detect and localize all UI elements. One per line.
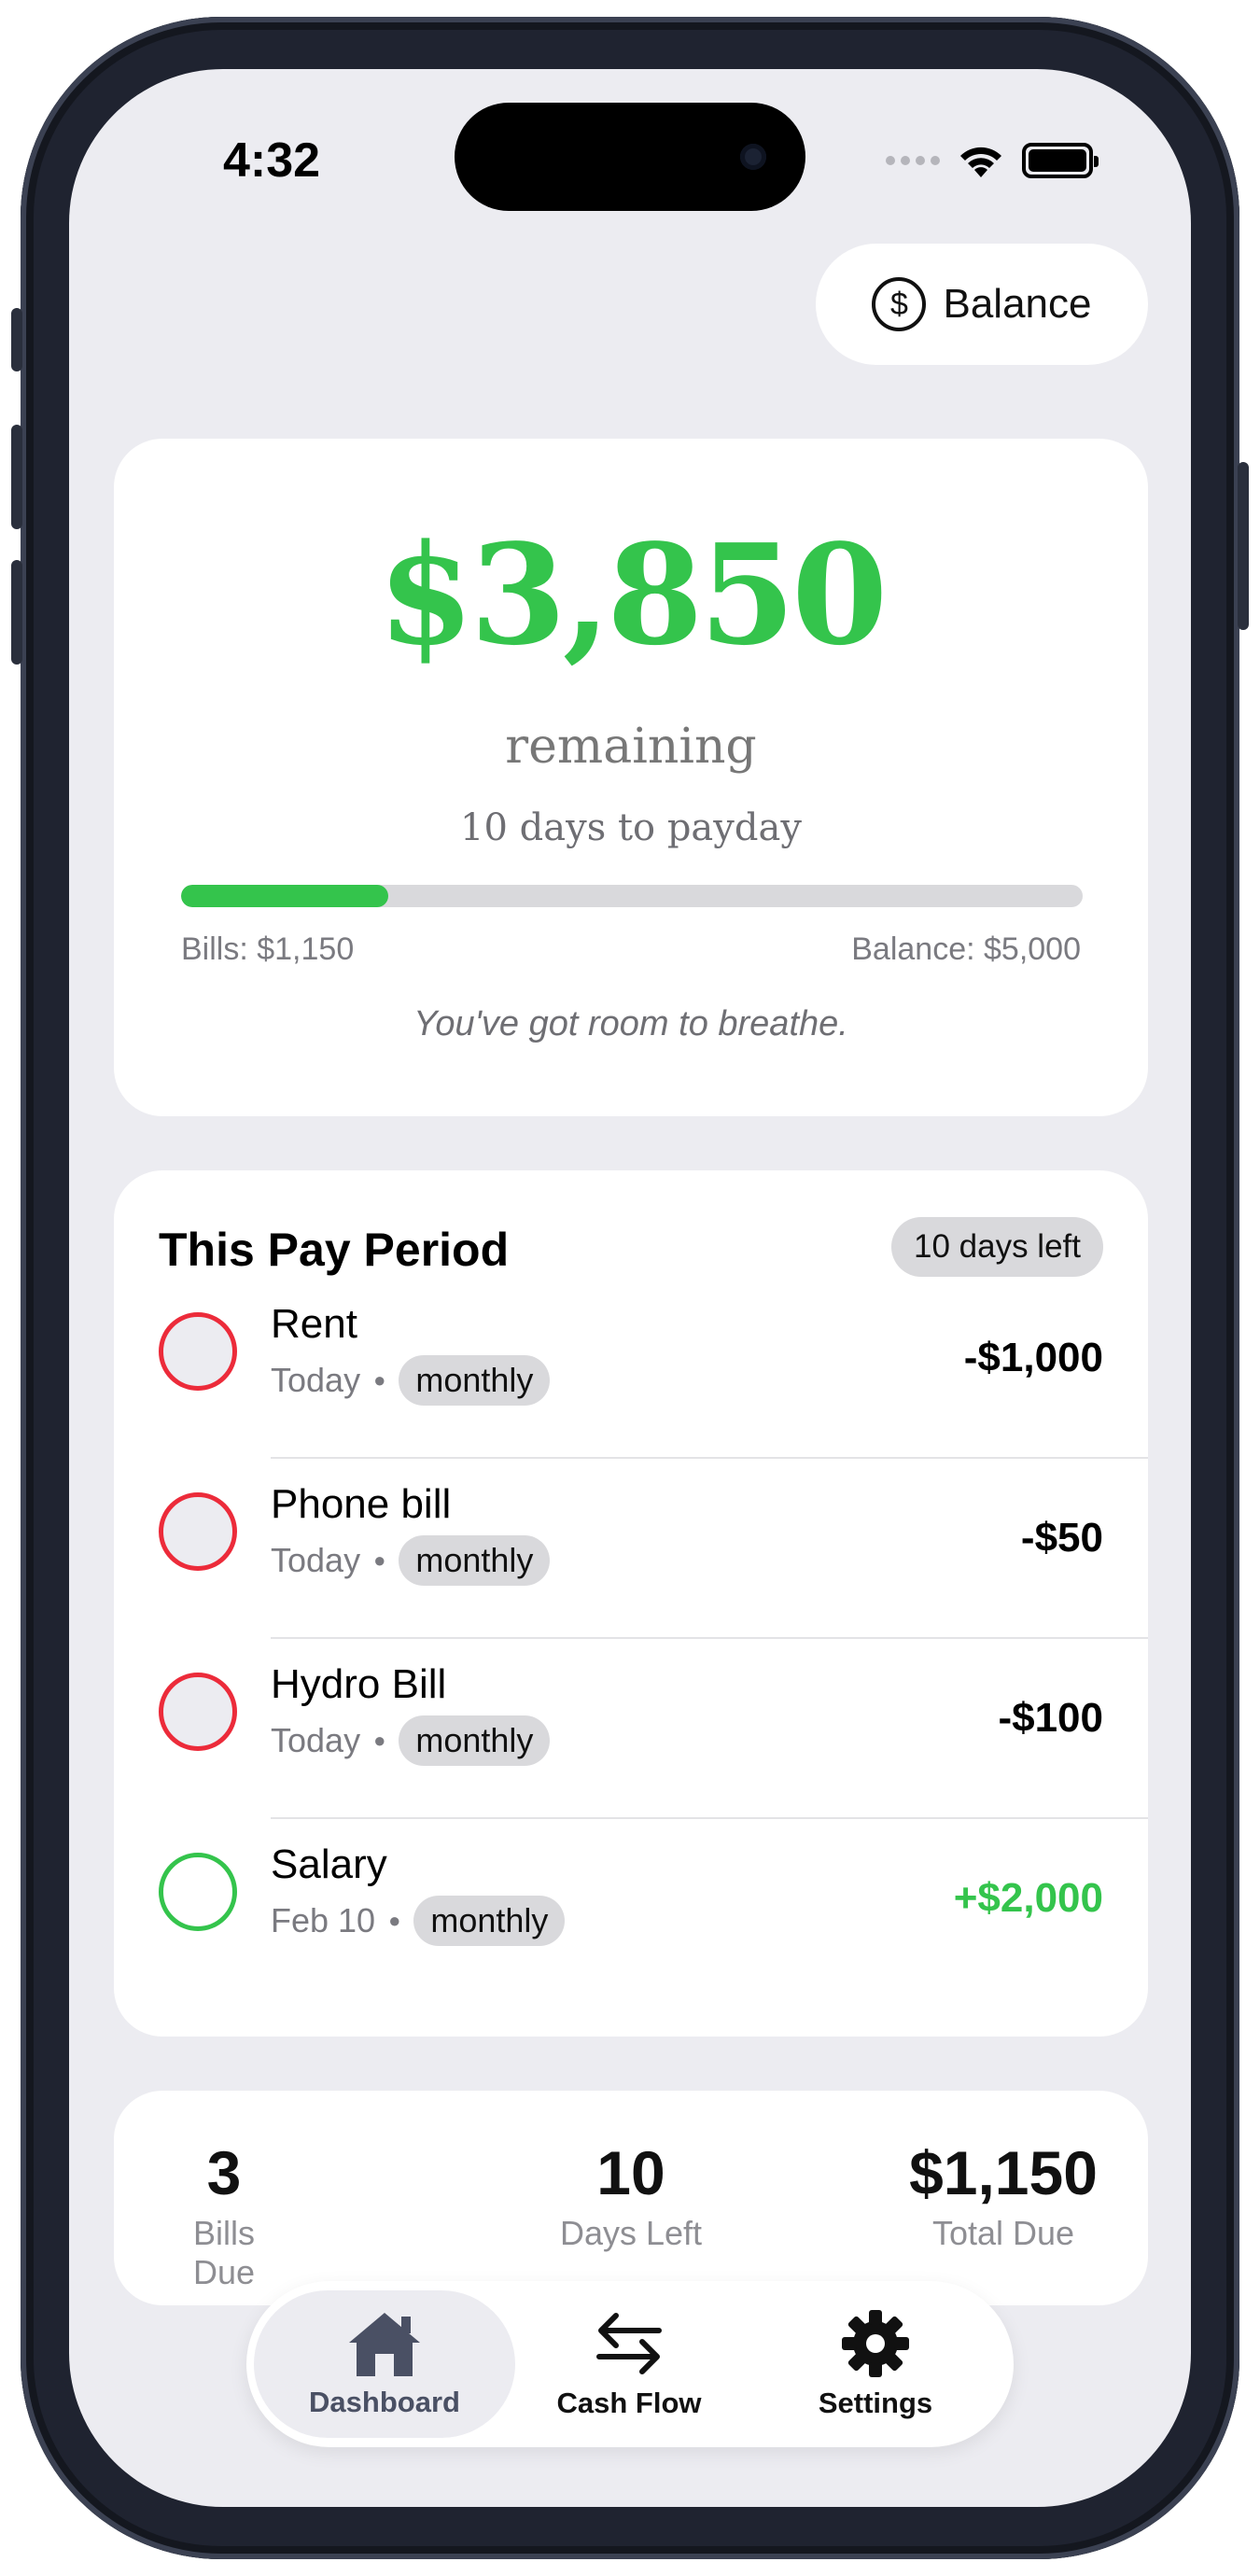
- item-amount: -$100: [998, 1695, 1103, 1741]
- stat-value: 3: [206, 2138, 242, 2207]
- item-name: Salary: [271, 1841, 387, 1887]
- action-button: [11, 308, 22, 371]
- dynamic-island: [455, 103, 805, 211]
- payday-countdown: 10 days to payday: [460, 806, 802, 849]
- stat-label: Bills Due: [192, 2214, 256, 2291]
- stat-label: Total Due: [931, 2214, 1075, 2252]
- volume-up-button: [11, 425, 22, 529]
- gear-icon: [842, 2310, 909, 2377]
- frequency-tag: monthly: [399, 1535, 551, 1586]
- stat-value: $1,150: [909, 2138, 1098, 2207]
- bills-progress-fill: [181, 885, 389, 907]
- battery-icon: [1022, 143, 1099, 178]
- item-meta: Feb 10 ● monthly: [271, 1896, 566, 1946]
- arrows-exchange-icon: [596, 2313, 662, 2374]
- item-date: Today: [271, 1541, 361, 1579]
- dot-separator-icon: ●: [373, 1368, 386, 1392]
- pay-period-title: This Pay Period: [159, 1224, 510, 1276]
- remaining-amount: $3,850: [377, 513, 888, 676]
- balance-button[interactable]: $ Balance: [816, 244, 1148, 365]
- status-circle-icon[interactable]: [159, 1853, 237, 1931]
- item-date: Today: [271, 1361, 361, 1399]
- item-meta: Today ● monthly: [271, 1535, 551, 1586]
- list-item[interactable]: Rent Today ● monthly -$1,000: [114, 1279, 1148, 1459]
- item-amount: -$50: [1020, 1515, 1103, 1561]
- camera-icon: [740, 144, 766, 170]
- item-meta: Today ● monthly: [271, 1355, 551, 1406]
- bills-progress-bar: [181, 885, 1083, 907]
- tab-label: Dashboard: [309, 2386, 460, 2418]
- house-icon: [349, 2313, 420, 2376]
- tab-cash-flow[interactable]: Cash Flow: [498, 2290, 760, 2438]
- dot-separator-icon: ●: [373, 1548, 386, 1572]
- frequency-tag: monthly: [399, 1715, 551, 1766]
- pay-period-card: This Pay Period 10 days left Rent Today …: [114, 1170, 1148, 2037]
- stat-value: 10: [596, 2138, 665, 2207]
- item-meta: Today ● monthly: [271, 1715, 551, 1766]
- tab-label: Settings: [818, 2387, 933, 2419]
- list-item[interactable]: Hydro Bill Today ● monthly -$100: [114, 1639, 1148, 1819]
- dollar-circle-icon: $: [872, 277, 927, 331]
- tab-settings[interactable]: Settings: [745, 2290, 1006, 2438]
- tab-dashboard[interactable]: Dashboard: [254, 2290, 515, 2438]
- dot-separator-icon: ●: [388, 1909, 401, 1932]
- balance-total-label: Balance: $5,000: [851, 931, 1081, 967]
- item-name: Hydro Bill: [271, 1661, 447, 1707]
- frequency-tag: monthly: [399, 1355, 551, 1406]
- remaining-summary-card: $3,850 remaining 10 days to payday Bills…: [114, 439, 1148, 1116]
- wifi-icon: [960, 147, 1001, 177]
- dot-separator-icon: ●: [373, 1729, 386, 1752]
- status-circle-icon[interactable]: [159, 1312, 237, 1391]
- remaining-label: remaining: [505, 719, 757, 775]
- power-button: [1238, 462, 1249, 630]
- app-screen: 4:32 $ Balance $3,850 remaining 10 days …: [69, 69, 1191, 2507]
- item-name: Phone bill: [271, 1481, 452, 1527]
- stat-bills-due: 3 Bills Due: [159, 2137, 289, 2292]
- days-left-badge: 10 days left: [891, 1217, 1103, 1277]
- status-time: 4:32: [223, 133, 321, 188]
- status-circle-icon[interactable]: [159, 1673, 237, 1751]
- encouragement-note: You've got room to breathe.: [413, 1004, 848, 1043]
- tab-label: Cash Flow: [556, 2387, 702, 2419]
- item-name: Rent: [271, 1301, 357, 1347]
- cellular-signal-icon: [886, 156, 940, 165]
- stats-card: 3 Bills Due 10 Days Left $1,150 Total Du…: [114, 2091, 1148, 2305]
- item-date: Today: [271, 1721, 361, 1759]
- list-item[interactable]: Salary Feb 10 ● monthly +$2,000: [114, 1819, 1148, 1999]
- status-circle-icon[interactable]: [159, 1492, 237, 1571]
- status-icons: [886, 142, 1099, 179]
- frequency-tag: monthly: [413, 1896, 566, 1946]
- stat-total-due: $1,150 Total Due: [903, 2137, 1103, 2253]
- item-amount: -$1,000: [963, 1335, 1103, 1380]
- tab-bar: Dashboard Cash Flow Settings: [246, 2281, 1014, 2447]
- bills-total-label: Bills: $1,150: [181, 931, 355, 967]
- stat-label: Days Left: [559, 2214, 703, 2252]
- volume-down-button: [11, 560, 22, 665]
- item-date: Feb 10: [271, 1901, 376, 1939]
- stat-days-left: 10 Days Left: [538, 2137, 724, 2253]
- list-item[interactable]: Phone bill Today ● monthly -$50: [114, 1459, 1148, 1639]
- item-amount: +$2,000: [953, 1875, 1103, 1921]
- balance-button-label: Balance: [943, 281, 1092, 327]
